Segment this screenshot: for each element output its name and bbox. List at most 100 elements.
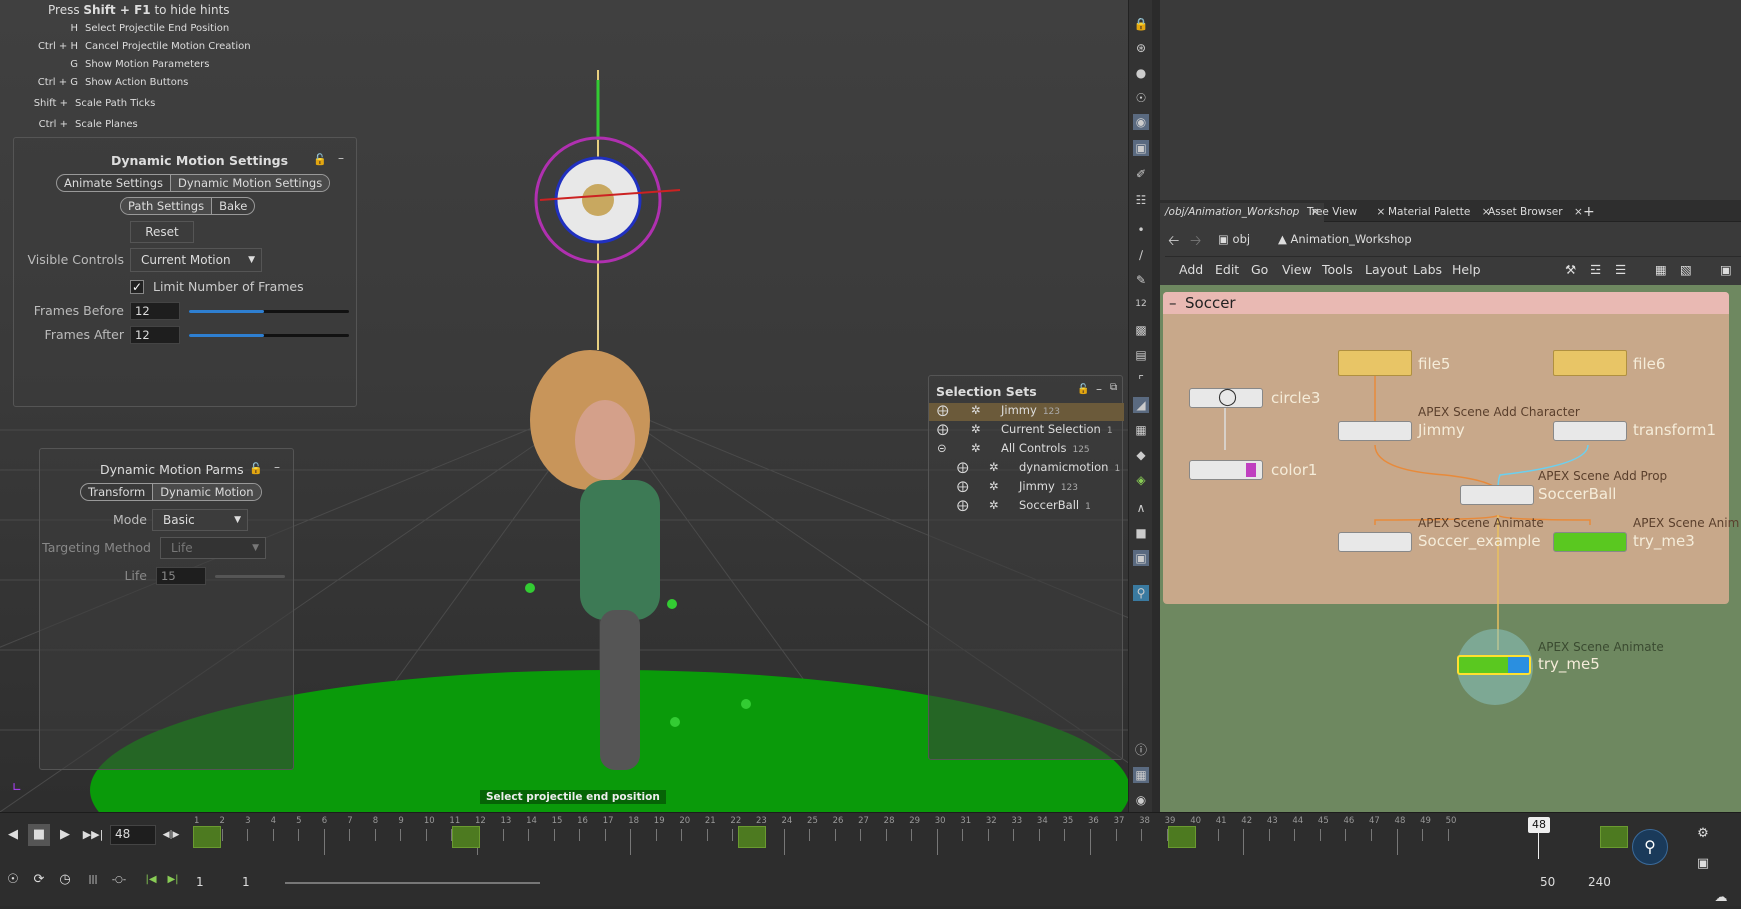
selection-set-row[interactable]: ⨁ ✲ dynamicmotion 1 (929, 460, 1124, 478)
end-range-field[interactable]: 50 (1530, 875, 1580, 889)
keyframe[interactable] (193, 826, 221, 848)
play-icon[interactable]: ▶ (54, 824, 76, 846)
frame-ruler[interactable]: 1 2 3 4 5 6 7 8 9 10 11 12 13 14 15 16 17 18 19 20 21 22 23 24 2… (190, 813, 1600, 859)
back-arrow-icon[interactable]: 🡠 (1168, 230, 1179, 254)
light-icon[interactable]: ☉ (1133, 90, 1149, 106)
loop-icon[interactable]: ⟳ (28, 869, 50, 891)
tab-bake[interactable]: Bake (212, 198, 254, 214)
reset-button[interactable]: Reset (130, 221, 194, 243)
layers-icon[interactable]: ☷ (1133, 192, 1149, 208)
transform1-node[interactable] (1553, 421, 1627, 441)
play-reverse-icon[interactable]: ◀ (2, 824, 24, 846)
tree-icon[interactable]: ☲ (1590, 262, 1601, 277)
minimize-icon[interactable]: – (274, 460, 280, 474)
image-icon[interactable]: ▣ (1133, 550, 1149, 566)
color1-node[interactable] (1189, 460, 1263, 480)
unlock-icon[interactable]: 🔓 (249, 462, 263, 475)
life-field[interactable]: 15 (156, 567, 206, 585)
selection-set-row[interactable]: ⨁ ✲ Jimmy 123 (929, 403, 1124, 421)
minimize-icon[interactable]: – (338, 151, 344, 165)
diamond-icon[interactable]: ◆ (1133, 447, 1149, 463)
camera-icon[interactable]: ◉ (1133, 114, 1149, 130)
keys-icon[interactable]: ||| (82, 869, 104, 891)
range-slider[interactable] (285, 882, 540, 884)
path-current[interactable]: ▲ Animation_Workshop (1278, 232, 1412, 246)
step-icon[interactable]: ◀|▶ (160, 824, 182, 846)
tab-tree-view[interactable]: Tree View × (1302, 203, 1390, 222)
selection-set-row[interactable]: ⨁ ✲ Current Selection 1 (929, 422, 1124, 440)
current-frame-field[interactable]: 48 (110, 825, 156, 845)
layout-icon[interactable]: ▣ (1720, 262, 1732, 277)
next-key-icon[interactable]: ▶| (162, 869, 184, 891)
display-icon[interactable]: ▣ (1133, 140, 1149, 156)
expand-icon[interactable]: ⨁ (937, 422, 949, 436)
wrench-icon[interactable]: ⚒ (1565, 262, 1576, 277)
expand-icon[interactable]: ⨁ (957, 479, 969, 493)
frames-after-slider[interactable] (189, 334, 349, 337)
jimmy-node[interactable] (1338, 421, 1412, 441)
lock-icon[interactable]: 🔒 (1133, 16, 1149, 32)
tab-dynamic-motion-settings[interactable]: Dynamic Motion Settings (171, 175, 330, 191)
expand-icon[interactable]: ⨁ (957, 460, 969, 474)
soccerball-node[interactable] (1460, 485, 1534, 505)
path-root[interactable]: ▣ obj (1218, 232, 1250, 246)
unlock-icon[interactable]: 🔓 (313, 153, 327, 166)
key-tool-icon[interactable]: ⚲ (1632, 829, 1668, 865)
sphere-icon[interactable]: ● (1133, 65, 1149, 81)
scene-viewport[interactable]: Press Shift + F1 to hide hints H Select P… (0, 0, 1128, 812)
menu-layout[interactable]: Layout (1365, 262, 1408, 277)
end-frame-field[interactable]: 240 (1580, 875, 1630, 889)
selection-set-row[interactable]: ⊝ ✲ All Controls 125 (929, 441, 1124, 459)
tab-network[interactable]: /obj/Animation_Workshop × (1160, 203, 1325, 222)
detach-icon[interactable]: ⧉ (1110, 382, 1117, 393)
grid-view-icon[interactable]: ▦ (1655, 262, 1667, 277)
visible-controls-dropdown[interactable]: Current Motion ▼ (130, 248, 262, 272)
square-icon[interactable]: ■ (1133, 525, 1149, 541)
tab-animate-settings[interactable]: Animate Settings (57, 175, 172, 191)
checker-icon[interactable]: ▦ (1133, 422, 1149, 438)
tab-dynamic-motion[interactable]: Dynamic Motion (153, 484, 261, 500)
snap-icon[interactable]: ⊛ (1133, 40, 1149, 56)
soccer-example-node[interactable] (1338, 532, 1412, 552)
bug-icon[interactable]: ◈ (1133, 472, 1149, 488)
range-icon[interactable]: -○- (108, 869, 130, 891)
frames-before-field[interactable]: 12 (130, 302, 180, 320)
add-tab-icon[interactable]: + (1578, 201, 1600, 220)
branch-icon[interactable]: ∧ (1133, 500, 1149, 516)
keyframe[interactable] (738, 826, 766, 848)
frames-before-slider[interactable] (189, 310, 349, 313)
menu-edit[interactable]: Edit (1215, 262, 1239, 277)
life-slider[interactable] (215, 575, 285, 578)
forward-arrow-icon[interactable]: 🡢 (1190, 230, 1201, 254)
minimize-icon[interactable]: – (1096, 382, 1102, 396)
selection-set-row[interactable]: ⨁ ✲ SoccerBall 1 (929, 498, 1124, 516)
eye-icon[interactable]: ◉ (1133, 792, 1149, 808)
try-me3-node[interactable] (1553, 532, 1627, 552)
try-me5-node[interactable] (1457, 655, 1531, 675)
prev-key-icon[interactable]: |◀ (140, 869, 162, 891)
tab-material-palette[interactable]: Material Palette × (1383, 203, 1496, 222)
expand-icon[interactable]: ⨁ (957, 498, 969, 512)
tab-asset-browser[interactable]: Asset Browser × (1483, 203, 1588, 222)
stack-icon[interactable]: ▤ (1133, 347, 1149, 363)
number-icon[interactable]: 12 (1133, 296, 1149, 312)
keyframe[interactable] (1600, 826, 1628, 848)
tiles-icon[interactable]: ▧ (1680, 262, 1692, 277)
start-range-field[interactable]: 1 (236, 875, 276, 889)
list-icon[interactable]: ☰ (1615, 262, 1626, 277)
cube-icon[interactable]: ▩ (1133, 322, 1149, 338)
jump-end-icon[interactable]: ▶▶| (82, 824, 104, 846)
shading-icon[interactable]: ◢ (1133, 397, 1149, 413)
targeting-method-dropdown[interactable]: Life ▼ (160, 537, 266, 559)
collapse-icon[interactable]: ⊝ (937, 441, 947, 455)
grid-icon[interactable]: ▦ (1133, 767, 1149, 783)
realtime-icon[interactable]: ◷ (54, 869, 76, 891)
expand-icon[interactable]: ⨁ (937, 403, 949, 417)
keyframe[interactable] (452, 826, 480, 848)
selection-set-row[interactable]: ⨁ ✲ Jimmy 123 (929, 479, 1124, 497)
pen-icon[interactable]: ✎ (1133, 272, 1149, 288)
frames-after-field[interactable]: 12 (130, 326, 180, 344)
limit-frames-checkbox[interactable]: ✓ (130, 280, 144, 294)
mode-dropdown[interactable]: Basic ▼ (152, 509, 248, 531)
brush-icon[interactable]: ✐ (1133, 166, 1149, 182)
